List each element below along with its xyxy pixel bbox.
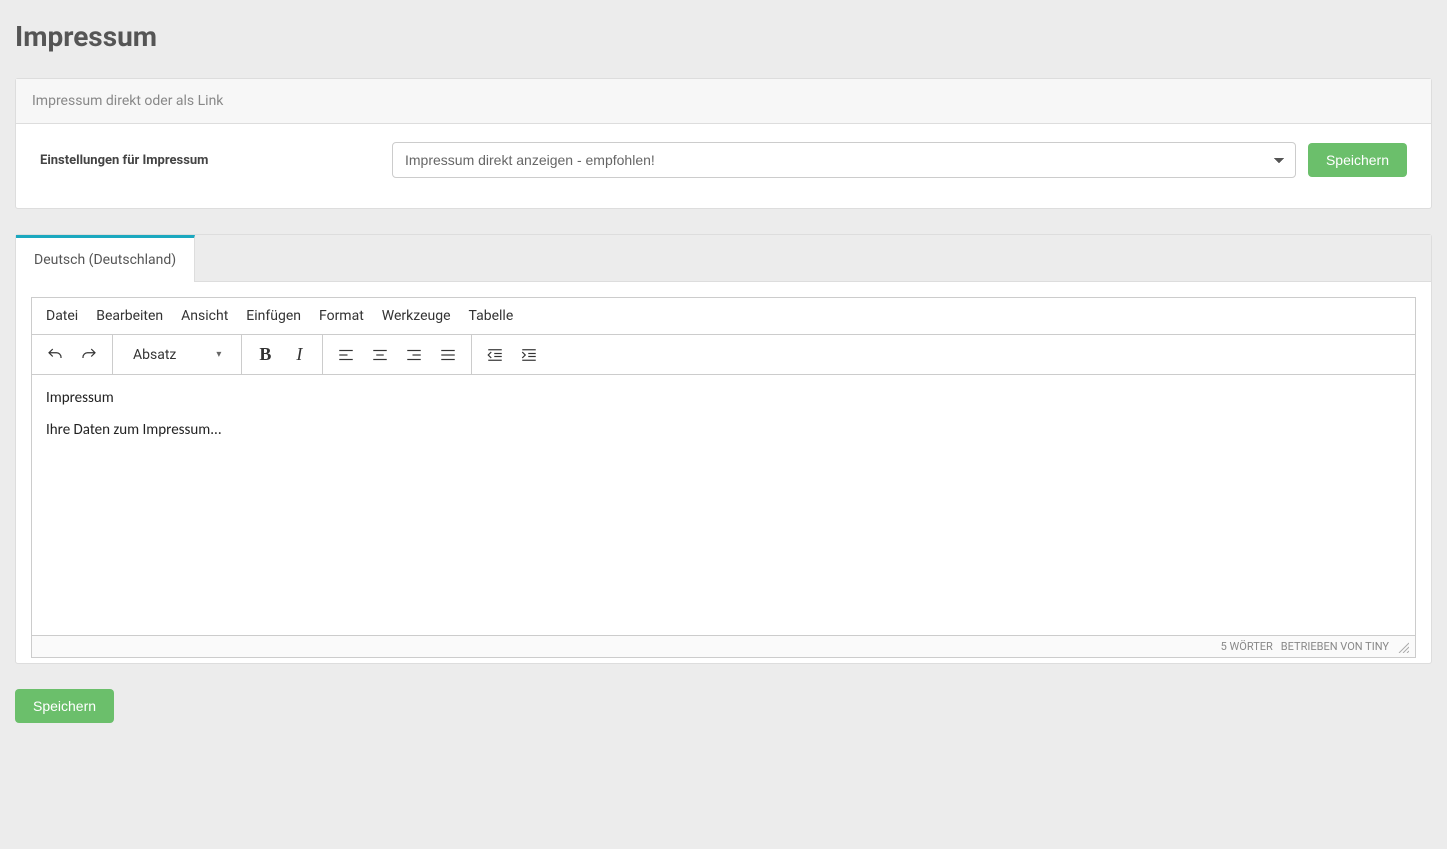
block-format-label: Absatz	[133, 347, 176, 363]
align-right-icon	[405, 346, 423, 364]
tab-deutsch[interactable]: Deutsch (Deutschland)	[16, 235, 195, 282]
indent-button[interactable]	[514, 340, 544, 370]
impressum-mode-select[interactable]: Impressum direkt anzeigen - empfohlen!	[392, 142, 1296, 178]
settings-label: Einstellungen für Impressum	[40, 153, 380, 168]
bottom-save-button[interactable]: Speichern	[15, 689, 114, 723]
bold-button[interactable]: B	[250, 340, 280, 370]
content-line-2: Ihre Daten zum Impressum...	[46, 421, 1401, 439]
align-justify-button[interactable]	[433, 340, 463, 370]
settings-panel-header: Impressum direkt oder als Link	[16, 79, 1431, 124]
menu-view[interactable]: Ansicht	[181, 308, 228, 324]
text-style-group: B I	[242, 335, 323, 374]
redo-icon	[80, 346, 98, 364]
menu-insert[interactable]: Einfügen	[246, 308, 301, 324]
outdent-icon	[486, 346, 504, 364]
undo-icon	[46, 346, 64, 364]
tab-body: Datei Bearbeiten Ansicht Einfügen Format…	[16, 282, 1431, 663]
rich-text-editor: Datei Bearbeiten Ansicht Einfügen Format…	[31, 297, 1416, 658]
align-center-button[interactable]	[365, 340, 395, 370]
outdent-button[interactable]	[480, 340, 510, 370]
editor-tab-container: Deutsch (Deutschland) Datei Bearbeiten A…	[15, 234, 1432, 664]
indent-icon	[520, 346, 538, 364]
settings-save-button[interactable]: Speichern	[1308, 143, 1407, 177]
align-group	[323, 335, 472, 374]
editor-menubar: Datei Bearbeiten Ansicht Einfügen Format…	[32, 298, 1415, 335]
editor-content-area[interactable]: Impressum Ihre Daten zum Impressum...	[32, 375, 1415, 635]
chevron-down-icon: ▾	[216, 349, 221, 360]
menu-edit[interactable]: Bearbeiten	[96, 308, 163, 324]
editor-toolbar: Absatz ▾ B I	[32, 335, 1415, 375]
align-right-button[interactable]	[399, 340, 429, 370]
block-format-select[interactable]: Absatz ▾	[121, 347, 233, 363]
align-center-icon	[371, 346, 389, 364]
align-left-icon	[337, 346, 355, 364]
menu-table[interactable]: Tabelle	[469, 308, 514, 324]
redo-button[interactable]	[74, 340, 104, 370]
settings-panel-body: Einstellungen für Impressum Impressum di…	[16, 124, 1431, 208]
powered-by[interactable]: BETRIEBEN VON TINY	[1281, 640, 1389, 653]
tab-strip: Deutsch (Deutschland)	[16, 235, 1431, 282]
menu-file[interactable]: Datei	[46, 308, 78, 324]
page-title: Impressum	[15, 20, 1432, 53]
align-justify-icon	[439, 346, 457, 364]
content-line-1: Impressum	[46, 389, 1401, 407]
resize-handle-icon[interactable]	[1397, 641, 1409, 653]
menu-format[interactable]: Format	[319, 308, 364, 324]
settings-form-row: Einstellungen für Impressum Impressum di…	[40, 142, 1407, 178]
history-group	[32, 335, 113, 374]
editor-statusbar: 5 WÖRTER BETRIEBEN VON TINY	[32, 635, 1415, 657]
bottom-actions: Speichern	[15, 689, 1432, 723]
settings-panel: Impressum direkt oder als Link Einstellu…	[15, 78, 1432, 209]
italic-button[interactable]: I	[284, 340, 314, 370]
block-format-group: Absatz ▾	[113, 335, 242, 374]
undo-button[interactable]	[40, 340, 70, 370]
align-left-button[interactable]	[331, 340, 361, 370]
word-count: 5 WÖRTER	[1221, 640, 1273, 653]
indent-group	[472, 335, 552, 374]
menu-tools[interactable]: Werkzeuge	[382, 308, 451, 324]
